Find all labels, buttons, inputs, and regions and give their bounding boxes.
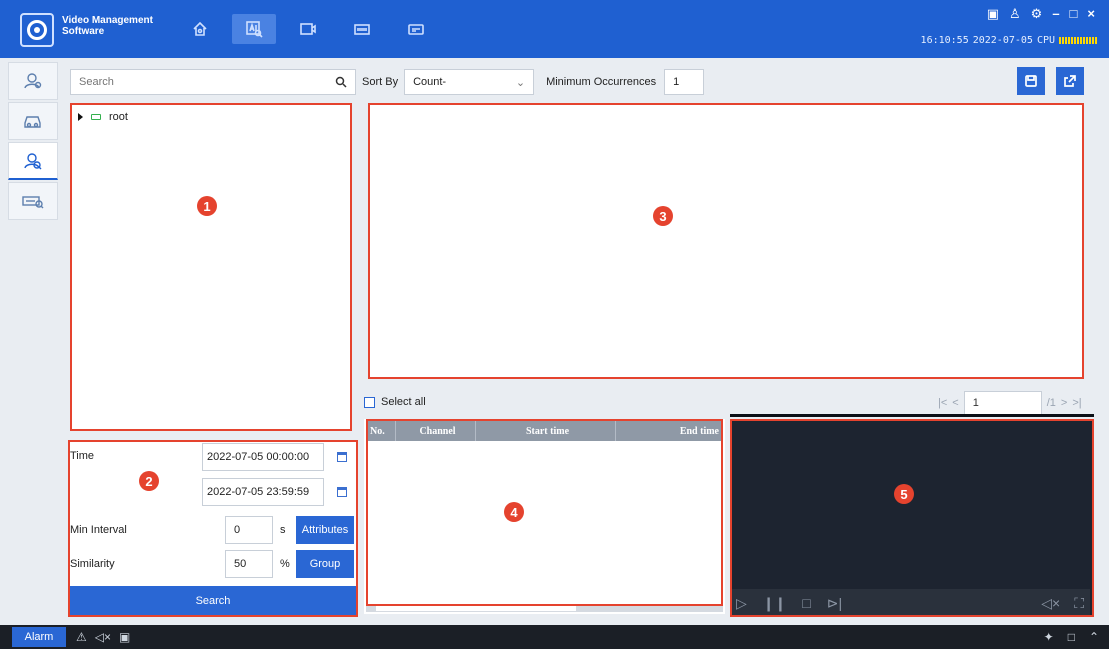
- face-search-icon: [24, 73, 42, 89]
- save-button[interactable]: [1017, 67, 1045, 95]
- alarm-bell-icon[interactable]: ⚠: [76, 630, 87, 644]
- highlight-box-2: [68, 440, 358, 617]
- alarm-button[interactable]: Alarm: [12, 627, 66, 647]
- rail-vehicle-button[interactable]: [8, 102, 58, 140]
- window-controls: ▣ ♙ ⚙ – □ ×: [987, 6, 1095, 22]
- nav-home-button[interactable]: [178, 14, 222, 44]
- status-clock: 16:10:55 2022-07-05 CPU: [921, 35, 1097, 46]
- first-page-button[interactable]: |<: [938, 397, 947, 409]
- app-logo: [20, 13, 54, 47]
- prev-page-button[interactable]: <: [952, 397, 958, 409]
- select-all[interactable]: Select all: [364, 396, 426, 408]
- last-page-button[interactable]: >|: [1072, 397, 1081, 409]
- sort-bar: Sort By Count- ⌄ Minimum Occurrences 1: [362, 69, 705, 95]
- pager: |< < 1 /1 > >|: [938, 391, 1082, 415]
- search-box: [70, 69, 356, 95]
- nav-video-button[interactable]: [286, 14, 330, 44]
- top-nav: [178, 14, 438, 44]
- cpu-meter: [1059, 37, 1097, 44]
- clock-time: 16:10:55: [920, 35, 969, 46]
- search-input[interactable]: [79, 76, 335, 88]
- close-button[interactable]: ×: [1087, 6, 1095, 22]
- settings-icon[interactable]: ⚙: [1031, 6, 1043, 22]
- save-icon: [1025, 75, 1037, 87]
- highlight-box-1: [70, 103, 352, 431]
- person-frequency-icon: [24, 152, 42, 169]
- export-button[interactable]: [1056, 67, 1084, 95]
- vehicle-icon: [24, 116, 41, 128]
- min-occurrences-input[interactable]: 1: [664, 69, 705, 95]
- sort-select-value: Count-: [413, 76, 447, 88]
- callout-badge-3: 3: [653, 206, 673, 226]
- nav-ai-button[interactable]: [232, 14, 276, 44]
- decoder-icon: [354, 24, 370, 35]
- export-icon: [1064, 75, 1076, 87]
- status-right: ✦ □ ⌃: [1044, 630, 1099, 644]
- page-total: /1: [1046, 397, 1056, 409]
- title-bar: Video Management Software ▣ ♙ ⚙ – □ × 16…: [0, 0, 1109, 58]
- select-all-checkbox[interactable]: [364, 396, 375, 408]
- chevron-up-icon[interactable]: ⌃: [1089, 630, 1099, 644]
- callout-badge-1: 1: [197, 196, 217, 216]
- screen-icon[interactable]: ▣: [119, 630, 130, 644]
- app-title: Video Management Software: [62, 15, 153, 37]
- callout-badge-4: 4: [504, 502, 524, 522]
- ai-search-icon: [246, 21, 263, 38]
- device-icon: [408, 24, 424, 35]
- highlight-box-5: [730, 419, 1094, 617]
- home-icon: [193, 21, 207, 36]
- select-all-label: Select all: [381, 396, 426, 408]
- sort-select[interactable]: Count- ⌄: [404, 69, 535, 95]
- mute-icon[interactable]: ◁×: [95, 630, 111, 644]
- clock-date: 2022-07-05: [972, 35, 1033, 46]
- search-icon[interactable]: [335, 76, 347, 88]
- plate-search-icon: [22, 196, 44, 209]
- minimize-button[interactable]: –: [1052, 6, 1059, 22]
- nav-decoder-button[interactable]: [340, 14, 384, 44]
- page-input[interactable]: 1: [963, 391, 1042, 415]
- pin-icon[interactable]: ✦: [1044, 630, 1054, 644]
- rail-face-button[interactable]: [8, 62, 58, 100]
- callout-badge-5: 5: [894, 484, 914, 504]
- monitor-icon[interactable]: ▣: [987, 6, 999, 22]
- chevron-down-icon: ⌄: [515, 76, 526, 89]
- rail-person-frequency-button[interactable]: [8, 142, 58, 180]
- min-occurrences-label: Minimum Occurrences: [546, 76, 657, 88]
- left-rail: [8, 62, 60, 222]
- nav-device-button[interactable]: [394, 14, 438, 44]
- window-icon[interactable]: □: [1068, 630, 1075, 644]
- user-icon[interactable]: ♙: [1009, 6, 1021, 22]
- next-page-button[interactable]: >: [1061, 397, 1067, 409]
- sort-by-label: Sort By: [362, 76, 399, 88]
- highlight-box-4: [366, 419, 723, 606]
- cpu-label: CPU: [1036, 35, 1055, 46]
- callout-badge-2: 2: [139, 471, 159, 491]
- maximize-button[interactable]: □: [1070, 6, 1078, 22]
- rail-plate-button[interactable]: [8, 182, 58, 220]
- camera-icon: [300, 23, 316, 35]
- status-bar: Alarm ⚠ ◁× ▣ ✦ □ ⌃: [0, 625, 1109, 649]
- status-icons: ⚠ ◁× ▣: [76, 630, 130, 644]
- highlight-box-3: [368, 103, 1084, 379]
